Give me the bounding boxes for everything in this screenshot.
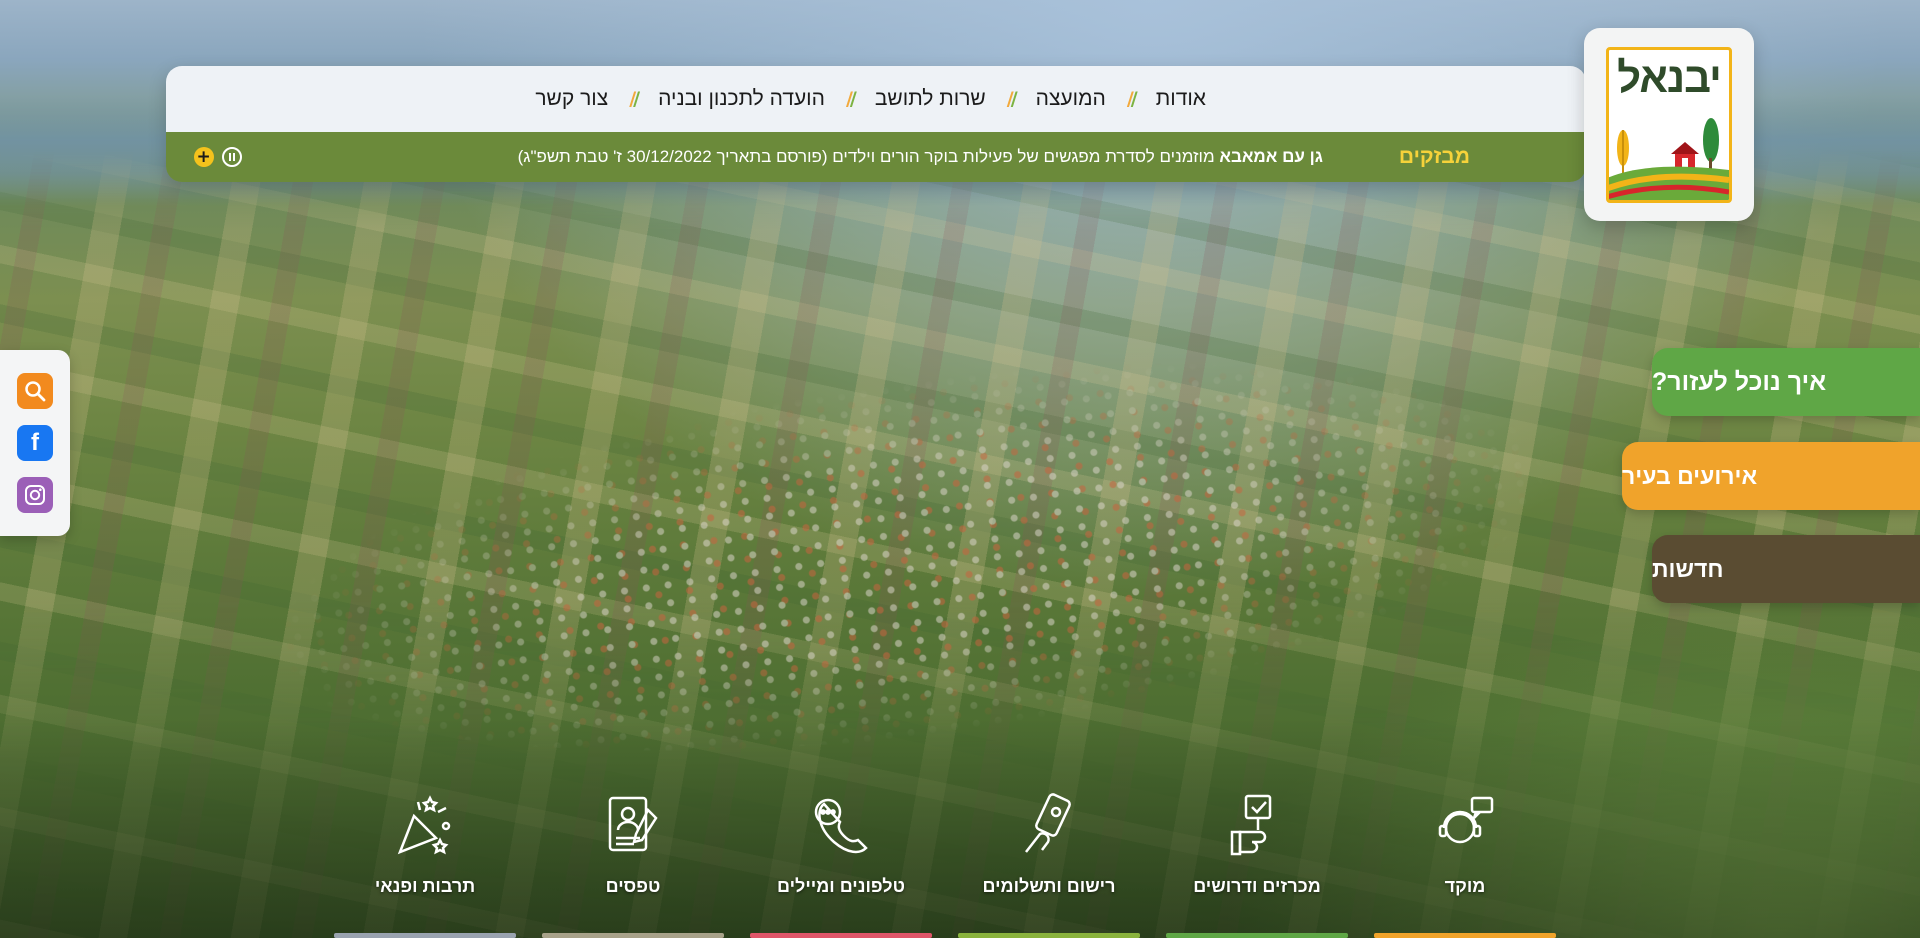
pause-icon[interactable] <box>221 147 242 167</box>
help-tab[interactable]: איך נוכל לעזור? <box>1652 348 1920 416</box>
logo-text: יבנאל <box>1617 53 1722 101</box>
party-icon <box>397 795 451 855</box>
ticker-headline[interactable]: גן עם אמאבא מוזמנים לסדרת מפגשים של פעיל… <box>518 147 1323 167</box>
site-logo[interactable]: יבנאל <box>1584 28 1754 221</box>
logo-frame: יבנאל <box>1606 46 1732 203</box>
nav-separator: // <box>1126 88 1138 110</box>
quick-link-label: רישום ותשלומים <box>982 876 1116 896</box>
nav-item-council[interactable]: המועצה <box>1036 87 1106 111</box>
site-header: אודות // המועצה // שרות לתושב // הועדה ל… <box>166 66 1586 182</box>
quick-link-call-center[interactable]: מוקד <box>1374 790 1556 938</box>
instagram-icon[interactable] <box>17 477 53 513</box>
plus-icon[interactable]: + <box>193 147 214 167</box>
social-bar: f <box>0 350 70 536</box>
nav-item-contact[interactable]: צור קשר <box>535 87 608 111</box>
quick-link-label: מכרזים ודרושים <box>1193 876 1321 896</box>
nav-separator: // <box>629 88 640 110</box>
quick-link-phones-emails[interactable]: טלפונים ומיילים <box>750 790 932 938</box>
quick-link-label: מוקד <box>1444 876 1486 896</box>
news-tab[interactable]: חדשות <box>1652 535 1920 603</box>
main-nav: אודות // המועצה // שרות לתושב // הועדה ל… <box>166 66 1586 132</box>
nav-separator: // <box>845 88 857 110</box>
nav-separator: // <box>1006 88 1018 110</box>
nav-item-resident-services[interactable]: שרות לתושב <box>875 87 986 111</box>
quick-link-bar <box>1374 933 1556 938</box>
ticker-label: מבזקים <box>1398 145 1470 168</box>
tender-icon <box>1230 794 1272 856</box>
nav-item-about[interactable]: אודות <box>1156 87 1206 111</box>
events-tab[interactable]: אירועים בעיר <box>1622 442 1920 510</box>
nav-item-planning-committee[interactable]: הועדה לתכנון ובניה <box>658 87 825 111</box>
ticker-headline-rest: מוזמנים לסדרת מפגשים של פעילות בוקר הורי… <box>517 147 1220 166</box>
quick-link-bar <box>750 933 932 938</box>
search-icon[interactable] <box>17 373 53 409</box>
quick-link-label: טפסים <box>605 876 661 896</box>
facebook-icon[interactable]: f <box>17 425 53 461</box>
form-icon <box>608 796 658 852</box>
quick-link-bar <box>542 933 724 938</box>
ticker-headline-bold: גן עם אמאבא <box>1219 147 1323 166</box>
quick-link-registration-payments[interactable]: רישום ותשלומים <box>958 790 1140 938</box>
quick-link-tenders[interactable]: מכרזים ודרושים <box>1166 790 1348 938</box>
quick-link-label: תרבות ופנאי <box>374 876 476 896</box>
ticker-controls: + <box>193 147 242 167</box>
quick-links: מוקד מכרזים ודרושים רישום ותשלומים טלפונ… <box>334 790 1556 938</box>
quick-link-bar <box>334 933 516 938</box>
quick-link-label: טלפונים ומיילים <box>777 876 905 896</box>
logo-art-icon <box>1609 117 1729 200</box>
quick-link-forms[interactable]: טפסים <box>542 790 724 938</box>
payment-icon <box>1025 793 1071 853</box>
news-ticker: מבזקים גן עם אמאבא מוזמנים לסדרת מפגשים … <box>166 132 1586 182</box>
quick-link-bar <box>1166 933 1348 938</box>
quick-link-culture-leisure[interactable]: תרבות ופנאי <box>334 790 516 938</box>
call-center-icon <box>1438 796 1494 844</box>
phone-icon <box>814 798 868 854</box>
quick-link-bar <box>958 933 1140 938</box>
